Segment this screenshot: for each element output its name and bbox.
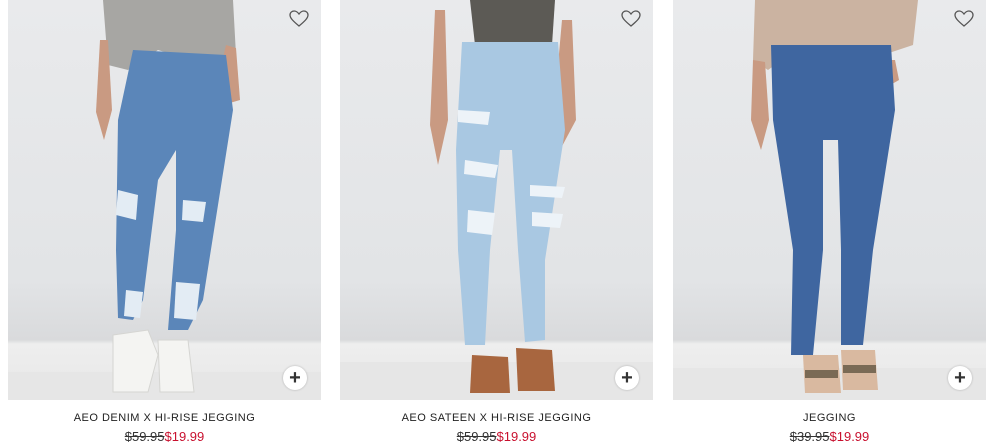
model-illustration — [673, 0, 986, 400]
product-price: $59.95$19.99 — [8, 429, 321, 444]
product-name[interactable]: AEO DENIM X HI-RISE JEGGING — [8, 412, 321, 424]
favorite-button[interactable] — [954, 10, 976, 30]
plus-icon: + — [621, 366, 633, 389]
original-price: $39.95 — [789, 429, 830, 444]
sale-price: $19.99 — [829, 429, 870, 444]
favorite-button[interactable] — [289, 10, 311, 30]
model-illustration — [340, 0, 653, 400]
product-card[interactable]: + AEO DENIM X HI-RISE JEGGING $59.95$19.… — [8, 0, 321, 447]
model-illustration — [8, 0, 321, 400]
sale-price: $19.99 — [164, 429, 205, 444]
plus-icon: + — [954, 366, 966, 389]
product-price: $39.95$19.99 — [673, 429, 986, 444]
product-image[interactable]: + — [673, 0, 986, 400]
product-name[interactable]: JEGGING — [673, 412, 986, 424]
heart-outline-icon — [621, 10, 641, 27]
product-name[interactable]: AEO SATEEN X HI-RISE JEGGING — [340, 412, 653, 424]
add-to-bag-button[interactable]: + — [615, 366, 639, 390]
product-image[interactable]: + — [8, 0, 321, 400]
plus-icon: + — [289, 366, 301, 389]
favorite-button[interactable] — [621, 10, 643, 30]
add-to-bag-button[interactable]: + — [948, 366, 972, 390]
product-card[interactable]: + AEO SATEEN X HI-RISE JEGGING $59.95$19… — [340, 0, 653, 447]
original-price: $59.95 — [124, 429, 165, 444]
heart-outline-icon — [289, 10, 309, 27]
add-to-bag-button[interactable]: + — [283, 366, 307, 390]
sale-price: $19.99 — [496, 429, 537, 444]
heart-outline-icon — [954, 10, 974, 27]
product-grid: + AEO DENIM X HI-RISE JEGGING $59.95$19.… — [0, 0, 993, 447]
product-image[interactable]: + — [340, 0, 653, 400]
product-card[interactable]: + JEGGING $39.95$19.99 — [673, 0, 986, 447]
product-price: $59.95$19.99 — [340, 429, 653, 444]
original-price: $59.95 — [456, 429, 497, 444]
